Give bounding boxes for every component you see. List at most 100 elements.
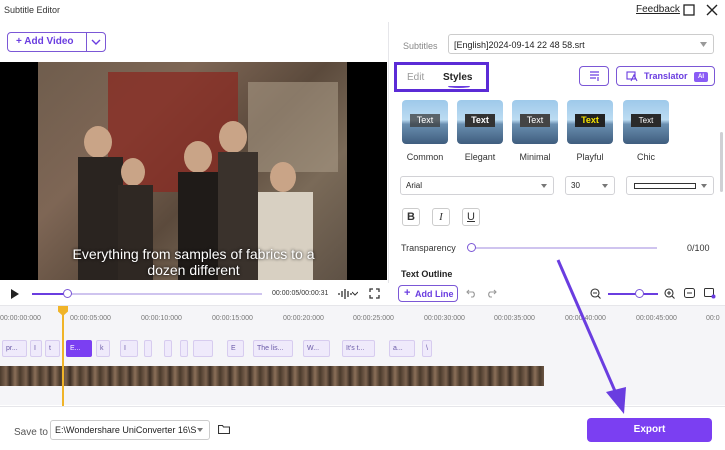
timeline[interactable]: 00:00:00:000 00:00:05:000 00:00:10:000 0… [0,305,725,406]
underline-button[interactable]: U [462,208,480,226]
add-video-button[interactable]: + Add Video [7,32,106,52]
preset-sample: Text [465,114,495,127]
fullscreen-icon[interactable] [369,288,380,299]
time-tick: 00:00:20:000 [283,315,324,322]
chevron-down-icon[interactable] [91,38,101,46]
translator-button[interactable]: Translator AI [616,66,715,86]
zoom-in-icon[interactable] [664,288,675,299]
font-family-select[interactable]: Arial [400,176,554,195]
preset-common[interactable]: Text [402,100,448,144]
add-line-label: Add Line [415,289,454,299]
font-color-select[interactable] [626,176,714,195]
subtitle-clip[interactable]: a... [389,340,415,357]
preset-label-playful: Playful [576,152,604,162]
list-icon [590,71,599,81]
list-menu-button[interactable] [579,66,609,86]
text-outline-label: Text Outline [401,269,453,279]
subtitle-line-1: Everything from samples of fabrics to a [72,246,315,262]
subtitle-clip[interactable]: t [45,340,60,357]
waveform-icon[interactable] [338,288,352,300]
close-icon[interactable] [706,4,718,16]
tab-edit[interactable]: Edit [407,72,424,83]
export-button[interactable]: Export [587,418,712,442]
panel-scrollbar[interactable] [720,132,723,192]
app-title: Subtitle Editor [4,5,61,15]
subtitle-clip[interactable]: I [120,340,138,357]
add-video-label: Add Video [24,36,74,47]
time-tick: 00:0 [706,315,720,322]
preset-label-elegant: Elegant [464,152,496,162]
playhead-handle[interactable] [58,306,68,316]
time-tick: 00:00:15:000 [212,315,253,322]
save-path-value: E:\Wondershare UniConverter 16\S [55,425,197,435]
zoom-out-icon[interactable] [590,288,601,299]
bold-button[interactable]: B [402,208,420,226]
preset-sample: Text [520,114,550,127]
video-preview[interactable]: Everything from samples of fabrics to a … [0,62,387,280]
chevron-down-icon [700,42,707,47]
time-tick: 00:00:40:000 [565,315,606,322]
preset-elegant[interactable]: Text [457,100,503,144]
progress-knob[interactable] [62,289,72,298]
subtitle-clip[interactable]: It's t... [342,340,375,357]
subtitle-style-panel: Subtitles [English]2024-09-14 22 48 58.s… [388,22,725,305]
redo-icon[interactable] [486,288,497,298]
preset-label-minimal: Minimal [519,152,551,162]
font-size-select[interactable]: 30 [565,176,615,195]
subtitle-clip[interactable]: pr... [2,340,27,357]
subtitle-clip[interactable]: The lis... [253,340,293,357]
time-tick: 00:00:05:000 [70,315,111,322]
transparency-value: 0/100 [687,243,710,253]
subtitle-clip[interactable]: E [227,340,244,357]
play-icon[interactable] [10,288,20,300]
preset-label-chic: Chic [636,152,655,162]
feedback-link[interactable]: Feedback [636,4,680,15]
color-swatch [634,183,696,189]
subtitle-clip[interactable] [164,340,172,357]
chevron-down-icon[interactable] [352,291,358,296]
chevron-down-icon [701,184,707,188]
folder-icon[interactable] [218,424,230,434]
subtitle-line-2: dozen different [147,262,240,278]
tab-active-indicator [448,85,470,88]
subtitle-clip[interactable] [180,340,188,357]
playhead[interactable] [62,306,64,406]
plus-icon: + [404,287,411,299]
subtitle-settings-icon[interactable] [704,288,716,299]
time-tick: 00:00:25:000 [353,315,394,322]
preset-chic[interactable]: Text [623,100,669,144]
save-path-select[interactable]: E:\Wondershare UniConverter 16\S [50,420,210,440]
add-line-button[interactable]: + Add Line [398,285,458,302]
translate-icon [626,71,638,82]
subtitles-file-select[interactable]: [English]2024-09-14 22 48 58.srt [448,34,714,54]
fit-timeline-icon[interactable] [684,288,695,298]
transparency-slider-knob[interactable] [467,243,476,252]
subtitle-clip[interactable]: k [96,340,110,357]
transparency-label: Transparency [401,243,456,253]
subtitle-clip[interactable]: W... [303,340,330,357]
video-filmstrip[interactable] [0,366,544,386]
subtitle-clip[interactable] [193,340,213,357]
title-bar: Subtitle Editor Feedback [0,0,725,22]
zoom-slider-knob[interactable] [635,289,644,298]
transparency-slider[interactable] [471,247,657,249]
zoom-slider[interactable] [608,293,658,295]
undo-icon[interactable] [466,288,477,298]
preset-minimal[interactable]: Text [512,100,558,144]
save-to-label: Save to [14,427,48,438]
subtitle-clip-selected[interactable]: E... [66,340,92,357]
ai-badge: AI [694,72,708,82]
subtitle-clip[interactable]: \ [422,340,432,357]
playback-bar: 00:00:05/00:00:31 [0,283,387,305]
italic-button[interactable]: I [432,208,450,226]
time-tick: 00:00:30:000 [424,315,465,322]
subtitle-clip[interactable]: I [30,340,42,357]
bottom-bar: Save to E:\Wondershare UniConverter 16\S… [0,406,725,450]
tab-styles[interactable]: Styles [443,72,472,83]
time-tick: 00:00:10:000 [141,315,182,322]
maximize-icon[interactable] [683,4,695,16]
time-tick: 00:00:45:000 [636,315,677,322]
subtitle-clip[interactable] [144,340,152,357]
font-size-value: 30 [571,181,580,190]
preset-playful[interactable]: Text [567,100,613,144]
